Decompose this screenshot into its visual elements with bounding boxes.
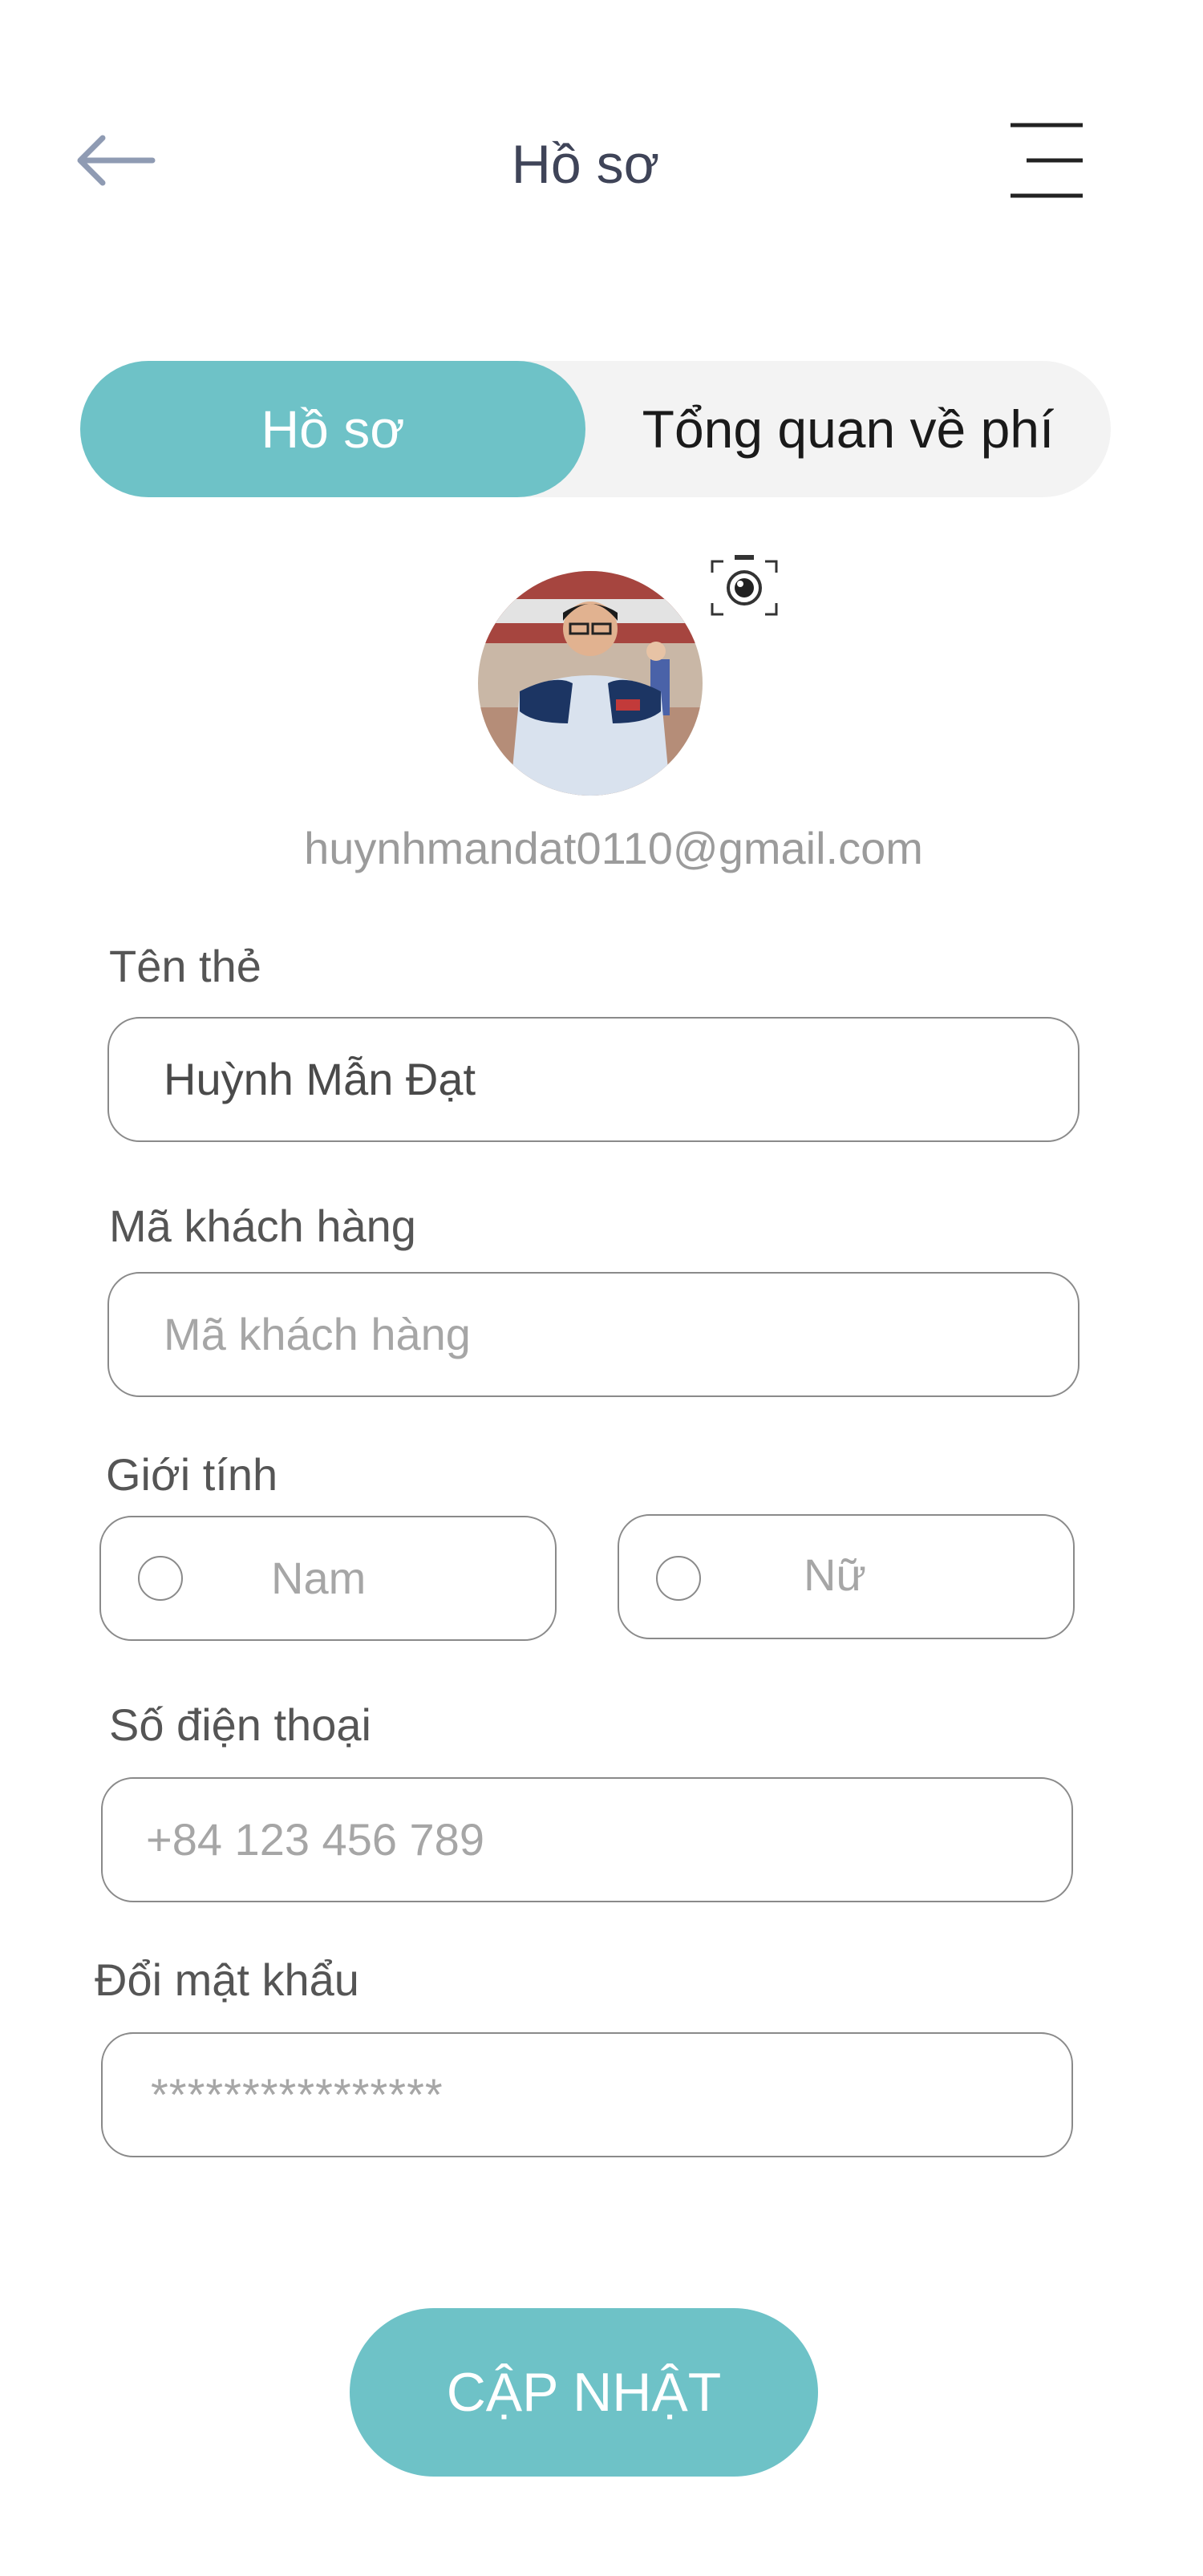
change-avatar-button[interactable] bbox=[706, 552, 783, 624]
password-field[interactable]: **************** bbox=[101, 2032, 1073, 2157]
gender-option-female[interactable]: Nữ bbox=[618, 1514, 1075, 1639]
radio-female[interactable] bbox=[656, 1556, 701, 1601]
name-label: Tên thẻ bbox=[109, 941, 261, 991]
avatar[interactable] bbox=[478, 571, 703, 796]
menu-button[interactable] bbox=[1003, 119, 1091, 207]
tab-profile[interactable]: Hồ sơ bbox=[80, 361, 585, 497]
gender-option-male[interactable]: Nam bbox=[99, 1516, 557, 1641]
radio-male[interactable] bbox=[138, 1556, 183, 1601]
gender-male-label: Nam bbox=[271, 1553, 367, 1603]
profile-tabs: Hồ sơ Tổng quan về phí bbox=[80, 361, 1111, 497]
gender-label: Giới tính bbox=[106, 1449, 278, 1500]
profile-email: huynhmandat0110@gmail.com bbox=[304, 823, 923, 873]
tab-fee-overview[interactable]: Tổng quan về phí bbox=[585, 361, 1111, 497]
page-title: Hồ sơ bbox=[511, 134, 660, 195]
customer-code-field[interactable]: Mã khách hàng bbox=[107, 1272, 1079, 1397]
customer-code-label: Mã khách hàng bbox=[109, 1201, 416, 1251]
phone-label: Số điện thoại bbox=[109, 1699, 371, 1750]
phone-field[interactable]: +84 123 456 789 bbox=[101, 1777, 1073, 1902]
avatar-photo bbox=[478, 571, 703, 796]
camera-icon bbox=[711, 555, 778, 616]
password-label: Đổi mật khẩu bbox=[95, 1954, 359, 2005]
back-button[interactable] bbox=[72, 128, 160, 192]
update-button[interactable]: CẬP NHẬT bbox=[350, 2308, 818, 2477]
gender-female-label: Nữ bbox=[804, 1549, 866, 1600]
name-field[interactable]: Huỳnh Mẫn Đạt bbox=[107, 1017, 1079, 1142]
hamburger-menu-icon bbox=[1011, 123, 1083, 198]
arrow-left-icon bbox=[77, 135, 156, 186]
